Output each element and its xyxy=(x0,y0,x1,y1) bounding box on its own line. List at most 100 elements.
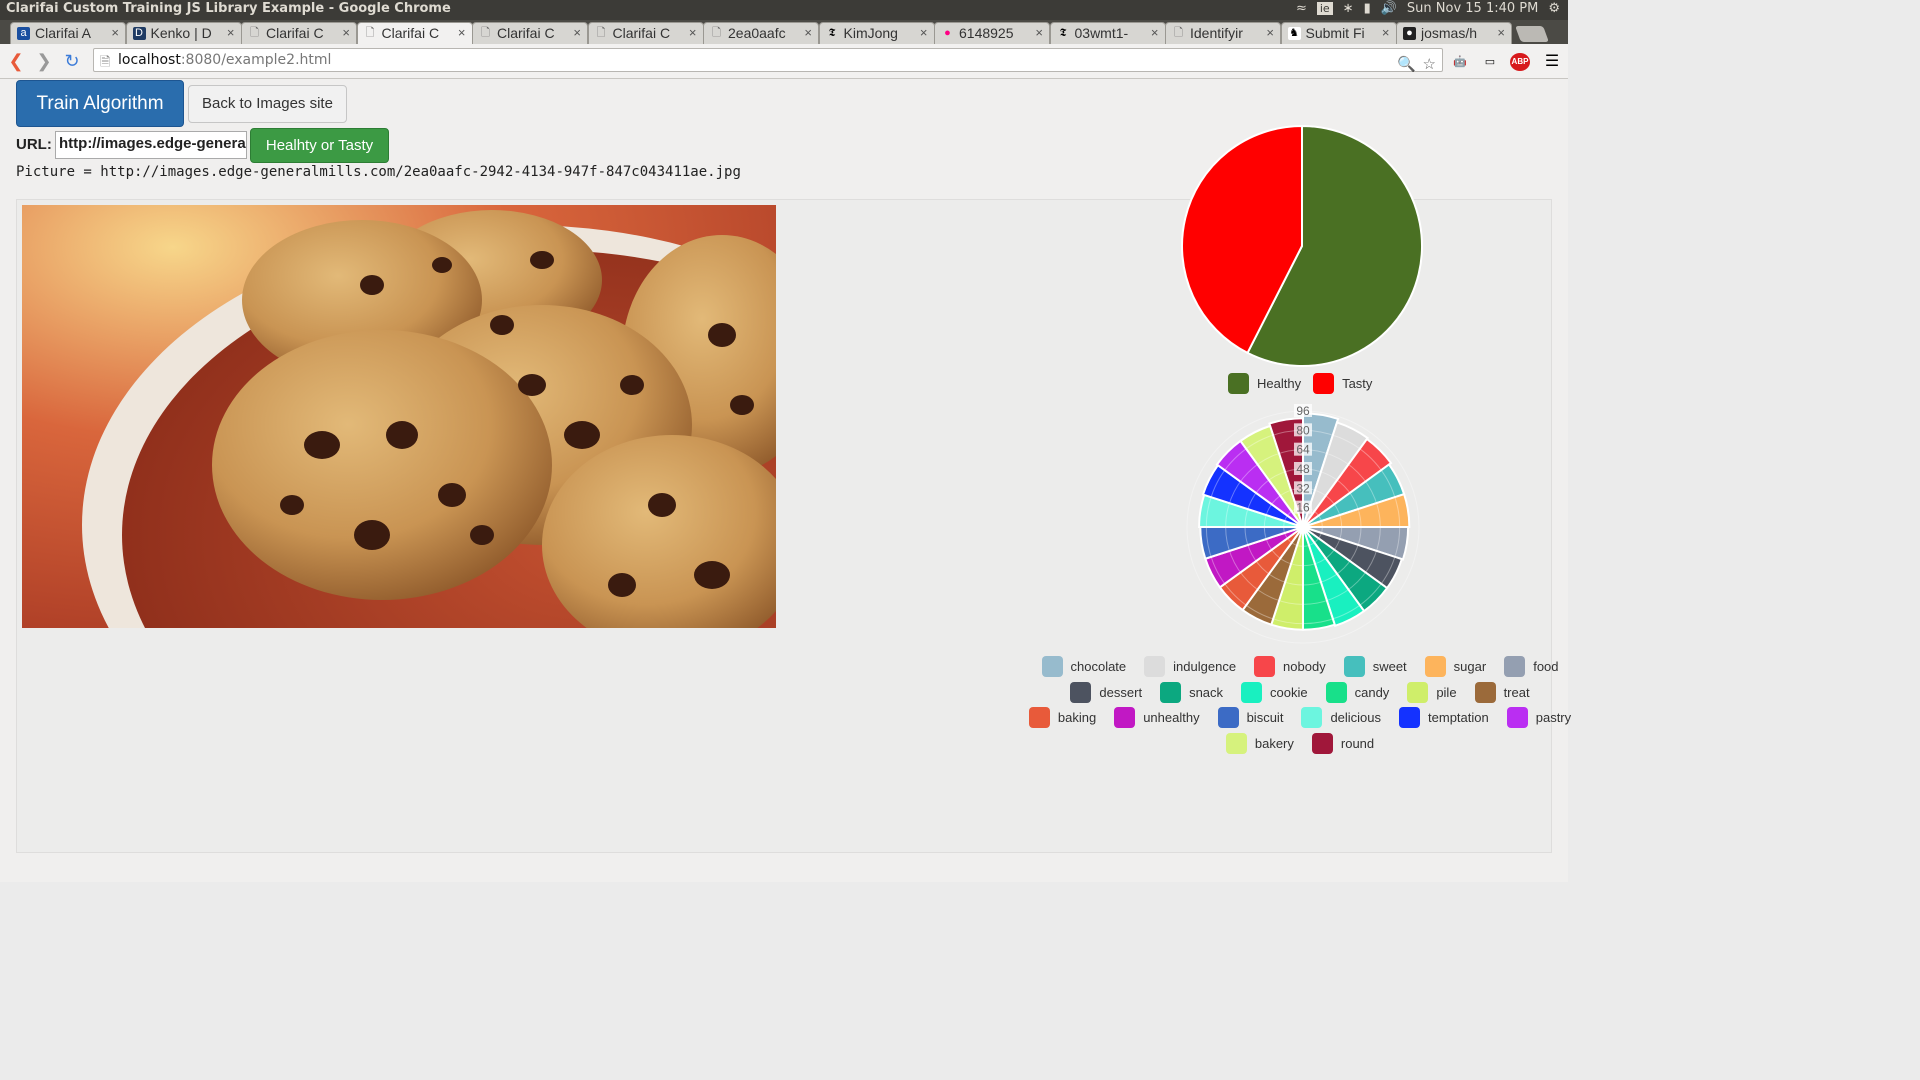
legend-label: treat xyxy=(1503,684,1530,700)
bookmark-star-icon[interactable]: ☆ xyxy=(1423,55,1436,73)
page-icon: 🗋 xyxy=(1174,27,1183,39)
nyt-favicon-icon: 𝕿 xyxy=(828,27,836,39)
submit-favicon-icon: ♞ xyxy=(1287,27,1301,40)
wifi-icon[interactable]: ≈ xyxy=(1296,1,1307,16)
legend-item: round xyxy=(1311,732,1375,754)
back-to-images-button[interactable]: Back to Images site xyxy=(188,85,347,123)
legend-label: Healthy xyxy=(1257,376,1302,391)
adblock-icon[interactable]: ABP xyxy=(1510,53,1530,71)
browser-tab[interactable]: a Clarifai A × xyxy=(10,22,126,44)
tags-polar-area-chart: 96 80 64 48 32 16 xyxy=(1186,404,1420,644)
tab-strip: a Clarifai A × D Kenko | D × 🗋 Clarifai C × 🗋 Clar… xyxy=(0,20,1568,44)
close-tab-icon[interactable]: × xyxy=(1035,25,1043,40)
legend-swatch xyxy=(1228,373,1249,394)
page-icon: 🗋 xyxy=(596,27,606,39)
legend-swatch xyxy=(1506,707,1528,729)
legend-swatch xyxy=(1311,732,1333,754)
browser-tab[interactable]: 🗋 Clarifai C × xyxy=(241,22,357,44)
reload-icon[interactable]: ↻ xyxy=(62,51,82,71)
address-url[interactable]: localhost:8080/example2.html xyxy=(118,52,331,68)
tab-label: Identifyir xyxy=(1190,25,1243,41)
legend-swatch xyxy=(1144,656,1166,678)
healthy-tasty-pie-chart xyxy=(1181,124,1423,367)
cast-icon[interactable]: ▭ xyxy=(1480,53,1500,71)
bluetooth-icon[interactable]: ∗ xyxy=(1343,1,1354,16)
extension-icon[interactable]: 🤖 xyxy=(1450,53,1470,71)
polar-tick-label: 16 xyxy=(1296,501,1310,515)
picture-url-text: Picture = http://images.edge-generalmill… xyxy=(16,164,741,180)
page-icon: 🗋 xyxy=(365,27,375,39)
train-algorithm-button[interactable]: Train Algorithm xyxy=(16,80,184,127)
close-tab-icon[interactable]: × xyxy=(1497,25,1505,40)
close-tab-icon[interactable]: × xyxy=(1151,25,1159,40)
page-icon: 🗎 xyxy=(100,54,111,69)
battery-icon[interactable]: ▮ xyxy=(1364,1,1371,16)
legend-label: food xyxy=(1533,659,1559,675)
browser-tab[interactable]: 𝕿 03wmt1- × xyxy=(1049,22,1166,44)
legend-item: cookie xyxy=(1241,681,1308,703)
gear-icon[interactable]: ⚙ xyxy=(1548,1,1560,16)
d-favicon-icon: D xyxy=(132,27,146,40)
new-tab-button[interactable] xyxy=(1514,26,1549,42)
nyt-favicon-icon: 𝕿 xyxy=(1059,27,1067,39)
browser-tab[interactable]: 🗋 Clarifai C × xyxy=(356,22,473,44)
legend-swatch xyxy=(1041,656,1063,678)
close-tab-icon[interactable]: × xyxy=(689,25,697,40)
close-tab-icon[interactable]: × xyxy=(458,25,466,40)
clock[interactable]: Sun Nov 15 1:40 PM xyxy=(1407,1,1538,16)
tab-label: 03wmt1- xyxy=(1074,25,1129,41)
window-title: Clarifai Custom Training JS Library Exam… xyxy=(6,1,451,16)
legend-swatch xyxy=(1313,373,1335,394)
browser-tab[interactable]: 🗋 Clarifai C × xyxy=(587,22,704,44)
legend-swatch xyxy=(1114,707,1136,729)
browser-tab[interactable]: 🗋 2ea0aafc × xyxy=(703,22,819,44)
keyboard-indicator-icon[interactable]: ie xyxy=(1316,2,1333,15)
browser-tab[interactable]: ● josmas/h × xyxy=(1396,22,1512,44)
volume-icon[interactable]: 🔊 xyxy=(1381,1,1397,16)
close-tab-icon[interactable]: × xyxy=(227,25,235,40)
forward-arrow-icon[interactable]: ❯ xyxy=(34,51,54,71)
browser-tab[interactable]: 🗋 Identifyir × xyxy=(1165,22,1281,44)
clarifai-favicon-icon: a xyxy=(17,27,30,40)
legend-item: sweet xyxy=(1343,656,1407,678)
tab-label: Clarifai C xyxy=(497,25,555,41)
polar-tick-label: 96 xyxy=(1296,404,1310,418)
close-tab-icon[interactable]: × xyxy=(804,25,812,40)
browser-tab[interactable]: 𝕿 KimJong × xyxy=(818,22,935,44)
legend-swatch xyxy=(1254,656,1276,678)
polar-tick-label: 80 xyxy=(1296,423,1310,437)
browser-tab[interactable]: 🗋 Clarifai C × xyxy=(472,22,588,44)
legend-item: baking xyxy=(1028,707,1096,729)
legend-item: chocolate xyxy=(1041,656,1126,678)
legend-item: pastry xyxy=(1506,707,1571,729)
legend-label: bakery xyxy=(1254,735,1294,751)
legend-label: round xyxy=(1340,735,1375,751)
page-icon: 🗋 xyxy=(712,27,721,39)
url-input[interactable]: http://images.edge-generalmills.com/2ea0… xyxy=(55,131,247,159)
legend-item: snack xyxy=(1160,681,1223,703)
legend-label: sugar xyxy=(1453,659,1487,675)
close-tab-icon[interactable]: × xyxy=(920,25,928,40)
legend-item: food xyxy=(1504,656,1559,678)
browser-tab[interactable]: ● 6148925 × xyxy=(934,22,1050,44)
close-tab-icon[interactable]: × xyxy=(1266,25,1274,40)
legend-label: candy xyxy=(1354,684,1390,700)
legend-swatch xyxy=(1225,732,1247,754)
close-tab-icon[interactable]: × xyxy=(1382,25,1390,40)
address-bar[interactable]: 🗎 localhost:8080/example2.html 🔍 ☆ xyxy=(93,48,1443,73)
close-tab-icon[interactable]: × xyxy=(342,25,350,40)
close-tab-icon[interactable]: × xyxy=(573,25,581,40)
back-arrow-icon[interactable]: ❮ xyxy=(6,51,26,71)
close-tab-icon[interactable]: × xyxy=(111,25,119,40)
legend-label: pile xyxy=(1436,684,1457,700)
tab-label: josmas/h xyxy=(1421,25,1478,41)
legend-item: temptation xyxy=(1399,707,1489,729)
browser-tab[interactable]: ♞ Submit Fi × xyxy=(1280,22,1397,44)
menu-icon[interactable]: ☰ xyxy=(1542,53,1562,71)
legend-item: Tasty xyxy=(1313,373,1372,394)
legend-swatch xyxy=(1160,681,1182,703)
tab-label: Clarifai C xyxy=(381,25,440,41)
healthy-or-tasty-button[interactable]: Healhty or Tasty xyxy=(250,128,389,163)
browser-tab[interactable]: D Kenko | D × xyxy=(125,22,242,44)
zoom-icon[interactable]: 🔍 xyxy=(1397,55,1416,73)
